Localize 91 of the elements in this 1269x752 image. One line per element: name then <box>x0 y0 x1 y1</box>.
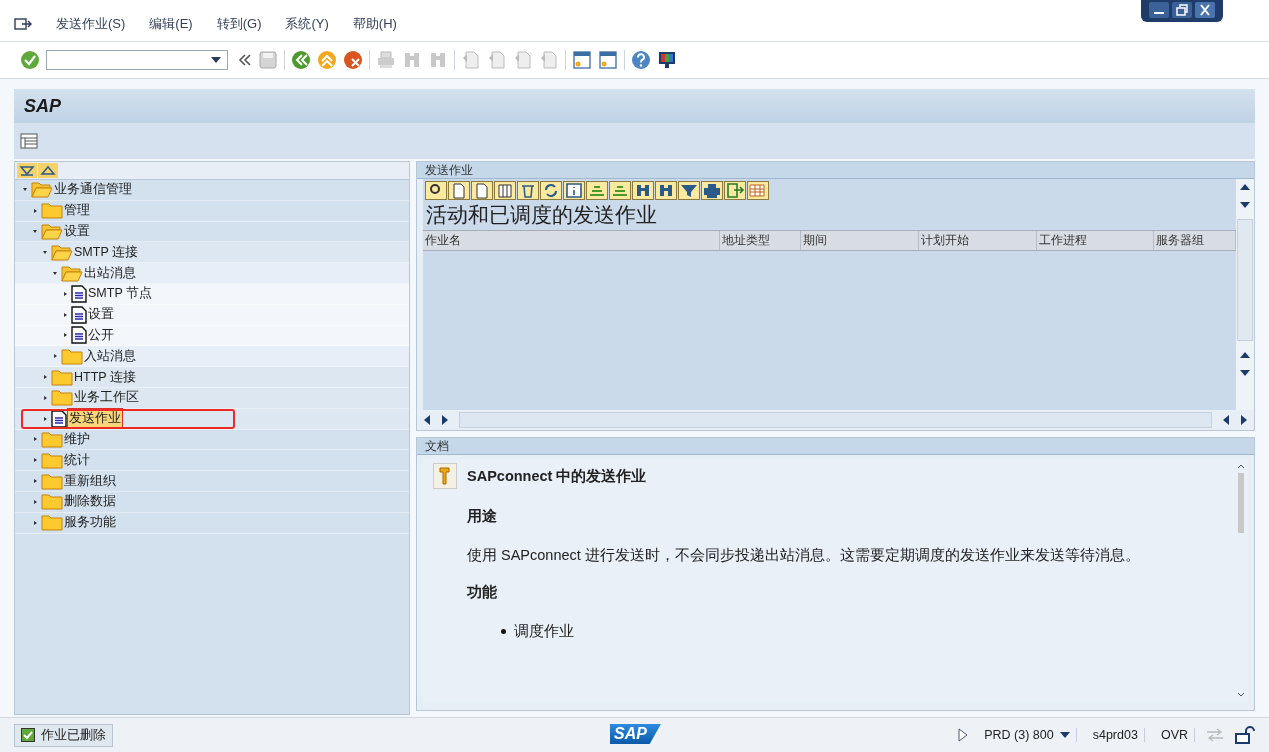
cancel-icon[interactable] <box>343 50 363 70</box>
column-header[interactable]: 地址类型 <box>720 231 801 250</box>
doc-heading: SAPconnect 中的发送作业 <box>467 466 647 486</box>
tree-item[interactable]: SMTP 节点 <box>87 284 153 304</box>
scroll-right-icon[interactable] <box>441 415 449 425</box>
column-header[interactable]: 期间 <box>801 231 919 250</box>
tree-item[interactable]: 重新组织 <box>63 471 117 491</box>
panel-header: 文档 <box>417 438 1254 455</box>
tree-item[interactable]: 设置 <box>63 222 91 241</box>
play-icon[interactable] <box>958 728 969 742</box>
tree-item[interactable]: 统计 <box>63 450 91 470</box>
menu-item[interactable]: 编辑(E) <box>149 14 193 33</box>
help-icon[interactable] <box>631 50 651 70</box>
menu-item[interactable]: 系统(Y) <box>285 14 329 33</box>
scroll-down-icon[interactable] <box>1237 692 1245 698</box>
server-field: s4prd03 <box>1086 728 1145 742</box>
tree-item[interactable]: 入站消息 <box>83 346 137 366</box>
change-icon[interactable] <box>471 181 493 200</box>
back-icon[interactable] <box>291 50 311 70</box>
create-icon[interactable] <box>448 181 470 200</box>
tree-item[interactable]: 公开 <box>87 325 115 345</box>
section-heading: 功能 <box>467 583 498 602</box>
monitor-icon[interactable] <box>657 50 677 70</box>
scroll-up-icon[interactable] <box>1240 183 1250 191</box>
new-session-icon[interactable] <box>572 50 592 70</box>
scroll-up-icon[interactable] <box>1240 351 1250 359</box>
delete-icon[interactable] <box>517 181 539 200</box>
collapse-icon[interactable] <box>238 54 252 66</box>
scroll-up-icon[interactable] <box>1237 463 1245 469</box>
info-icon[interactable] <box>563 181 585 200</box>
open-folder-icon <box>61 264 83 282</box>
columns-icon[interactable] <box>494 181 516 200</box>
bullet-icon <box>501 629 506 634</box>
doc-paragraph: 使用 SAPconnect 进行发送时，不会同步投递出站消息。这需要定期调度的发送作业来发送等待消息。 <box>467 546 1141 565</box>
success-icon <box>21 728 35 742</box>
menu-item[interactable]: 帮助(H) <box>352 14 397 33</box>
shortcut-icon[interactable] <box>598 50 618 70</box>
column-header[interactable]: 工作进程 <box>1037 231 1154 250</box>
tree-item[interactable]: 业务通信管理 <box>53 180 133 200</box>
section-heading: 用途 <box>467 507 498 526</box>
expand-all-icon[interactable] <box>17 163 37 178</box>
collapse-all-icon[interactable] <box>38 163 58 178</box>
menu-icon[interactable] <box>14 15 32 32</box>
enter-icon[interactable] <box>20 50 40 70</box>
menu-item[interactable]: 转到(G) <box>216 14 262 33</box>
open-folder-icon <box>51 243 73 261</box>
list-title: 活动和已调度的发送作业 <box>425 202 658 228</box>
open-folder-icon <box>31 181 53 199</box>
input-mode: OVR <box>1154 728 1195 742</box>
close-icon[interactable] <box>1195 2 1215 18</box>
restore-icon[interactable] <box>1172 2 1192 18</box>
status-text: 作业已删除 <box>41 726 106 744</box>
tree-item[interactable]: 出站消息 <box>83 263 137 283</box>
tree-item[interactable]: HTTP 连接 <box>73 367 137 387</box>
vertical-scrollbar[interactable] <box>1236 179 1254 410</box>
column-header[interactable]: 计划开始 <box>919 231 1037 250</box>
tree-item[interactable]: 设置 <box>87 305 115 325</box>
open-folder-icon <box>41 223 63 240</box>
sort-descending-icon[interactable] <box>609 181 631 200</box>
filter-icon[interactable] <box>678 181 700 200</box>
sap-logo: SAP <box>610 724 661 744</box>
status-message[interactable]: 作业已删除 <box>14 723 113 747</box>
scroll-left-icon[interactable] <box>423 415 431 425</box>
tree-item[interactable]: 管理 <box>63 201 91 221</box>
sort-ascending-icon[interactable] <box>586 181 608 200</box>
tree-item[interactable]: 维护 <box>63 429 91 449</box>
command-field[interactable] <box>46 50 228 70</box>
column-header[interactable]: 作业名 <box>423 231 720 250</box>
dropdown-icon[interactable] <box>211 57 221 63</box>
tree-item[interactable]: 服务功能 <box>63 513 117 533</box>
minimize-icon[interactable] <box>1149 2 1169 18</box>
system-field[interactable]: PRD (3) 800 <box>978 728 1077 742</box>
layout-icon[interactable] <box>747 181 769 200</box>
panel-header: 发送作业 <box>417 162 1254 179</box>
menu-item[interactable]: 发送作业(S) <box>56 14 126 33</box>
tree-item[interactable]: 业务工作区 <box>73 388 140 408</box>
unlock-icon[interactable] <box>1235 726 1255 744</box>
refresh-icon[interactable] <box>540 181 562 200</box>
scroll-left-icon[interactable] <box>1222 415 1230 425</box>
scroll-down-icon[interactable] <box>1240 201 1250 209</box>
system-text: PRD (3) 800 <box>984 728 1054 742</box>
tree-item[interactable]: SMTP 连接 <box>73 242 139 262</box>
export-icon[interactable] <box>724 181 746 200</box>
dropdown-icon[interactable] <box>1059 732 1070 738</box>
bullet-item: 调度作业 <box>514 622 574 641</box>
key-icon <box>433 463 457 489</box>
screen-title: SAP <box>24 95 61 117</box>
scroll-down-icon[interactable] <box>1240 369 1250 377</box>
tree-item[interactable]: 删除数据 <box>63 492 117 512</box>
scroll-right-icon[interactable] <box>1240 415 1248 425</box>
list-icon[interactable] <box>20 133 38 149</box>
